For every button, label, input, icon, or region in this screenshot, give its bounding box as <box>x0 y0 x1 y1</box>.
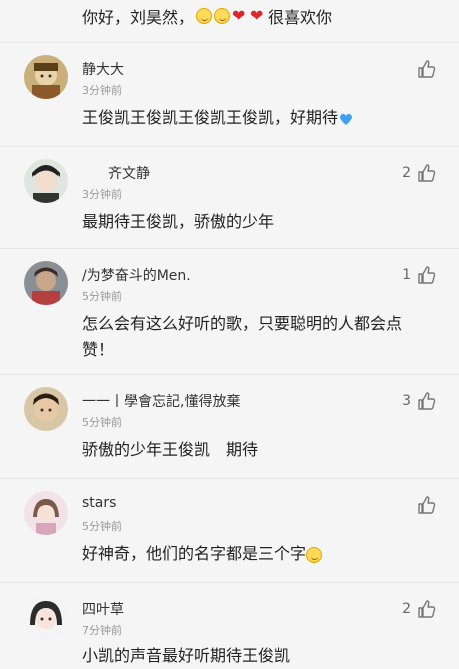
thumbs-up-icon <box>418 60 436 78</box>
comment-item: stars 5分钟前 好神奇，他们的名字都是三个字 <box>0 478 459 583</box>
red-heart-icon: ❤ <box>232 6 246 25</box>
comment-item: 齐文静 3分钟前 最期待王俊凯，骄傲的少年 2 <box>0 146 459 249</box>
like-button[interactable]: 3 <box>402 391 437 411</box>
avatar[interactable] <box>24 595 68 639</box>
thumbs-up-icon <box>418 496 436 514</box>
top-comment-content: 你好，刘昊然， ❤ ❤ 很喜欢你 <box>82 4 332 28</box>
like-button[interactable] <box>411 495 437 515</box>
like-count: 2 <box>402 601 411 617</box>
smile-emoji-icon <box>196 8 213 24</box>
avatar[interactable] <box>24 55 68 99</box>
comment-text: 最期待王俊凯，骄傲的少年 <box>82 212 275 231</box>
comment-text: 小凯的声音最好听期待王俊凯 <box>82 646 291 665</box>
comment-item: 四叶草 7分钟前 小凯的声音最好听期待王俊凯 2 <box>0 582 459 666</box>
avatar[interactable] <box>24 387 68 431</box>
comment-time: 3分钟前 <box>82 188 122 201</box>
comment-text: 王俊凯王俊凯王俊凯王俊凯，好期待 <box>82 105 432 131</box>
like-count: 1 <box>402 267 411 283</box>
comment-item: /为梦奋斗的Men. 5分钟前 怎么会有这么好听的歌，只要聪明的人都会点赞！ 1 <box>0 248 459 375</box>
comment-username[interactable]: 静大大 <box>82 59 124 79</box>
comment-item: 一一丨學會忘記,懂得放棄 5分钟前 骄傲的少年王俊凯 期待 3 <box>0 374 459 479</box>
top-comment-prefix: 你好，刘昊然， <box>82 8 195 27</box>
comment-username[interactable]: /为梦奋斗的Men. <box>82 265 191 285</box>
avatar[interactable] <box>24 159 68 203</box>
thumbs-up-icon <box>418 164 436 182</box>
thumbs-up-icon <box>418 600 436 618</box>
like-button[interactable]: 1 <box>402 265 437 285</box>
thumbs-up-icon <box>418 392 436 410</box>
comment-time: 5分钟前 <box>82 416 122 429</box>
like-count: 2 <box>402 165 411 181</box>
smile-emoji-icon <box>214 8 231 24</box>
comment-item: 静大大 3分钟前 王俊凯王俊凯王俊凯王俊凯，好期待 <box>0 42 459 147</box>
comment-time: 5分钟前 <box>82 520 122 533</box>
comment-time: 7分钟前 <box>82 624 122 637</box>
comment-time: 3分钟前 <box>82 84 122 97</box>
avatar[interactable] <box>24 261 68 305</box>
like-count: 3 <box>402 393 411 409</box>
thumbs-up-icon <box>418 266 436 284</box>
comment-username[interactable]: 四叶草 <box>82 599 124 619</box>
top-comment-suffix: 很喜欢你 <box>268 8 333 27</box>
comment-username[interactable]: 一一丨學會忘記,懂得放棄 <box>82 391 240 411</box>
like-button[interactable] <box>411 59 437 79</box>
comment-time: 5分钟前 <box>82 290 122 303</box>
like-button[interactable]: 2 <box>402 599 437 619</box>
comment-text: 怎么会有这么好听的歌，只要聪明的人都会点赞！ <box>82 314 403 359</box>
comment-username[interactable]: stars <box>82 495 116 511</box>
laughing-face-icon <box>306 546 323 563</box>
comment-text: 骄傲的少年王俊凯 期待 <box>82 440 259 459</box>
like-button[interactable]: 2 <box>402 163 437 183</box>
red-heart-icon: ❤ <box>250 6 264 25</box>
avatar[interactable] <box>24 491 68 535</box>
comment-username[interactable]: 齐文静 <box>108 163 150 183</box>
blue-heart-icon <box>340 113 352 125</box>
comment-text: 好神奇，他们的名字都是三个字 <box>82 541 432 567</box>
